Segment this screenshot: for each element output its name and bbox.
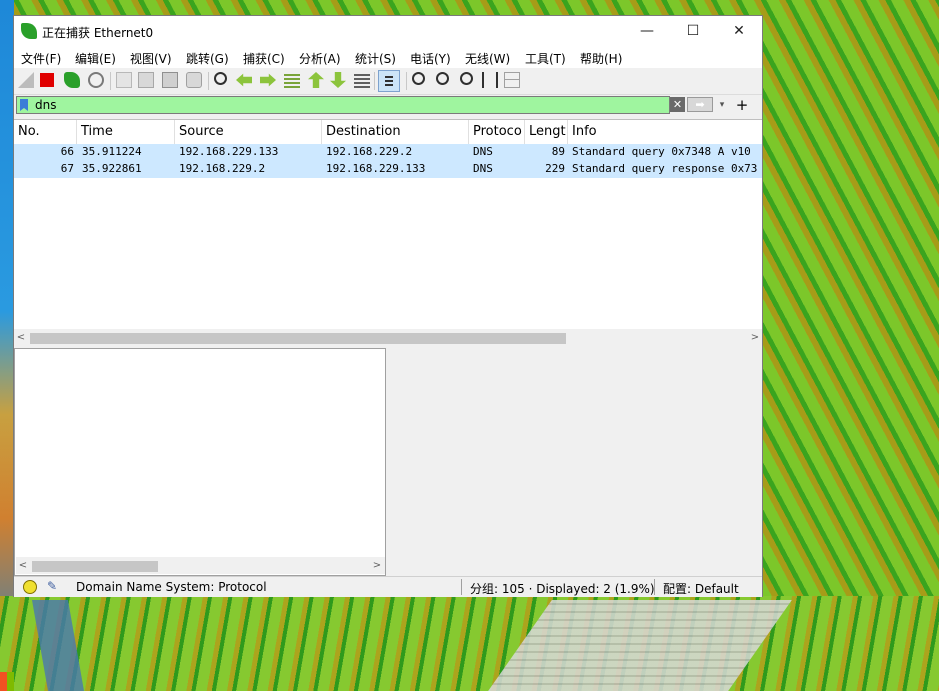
start-capture-icon[interactable] — [18, 72, 34, 88]
main-toolbar — [14, 68, 762, 95]
cell-time: 35.922861 — [82, 162, 142, 175]
stop-capture-icon[interactable] — [40, 73, 54, 87]
edit-comment-icon[interactable]: ✎ — [47, 579, 61, 593]
cell-length: 229 — [545, 162, 565, 175]
capture-options-icon[interactable] — [88, 72, 104, 88]
column-header-source[interactable]: Source — [175, 120, 322, 144]
scroll-right-button[interactable]: > — [370, 558, 384, 573]
autoscroll-icon[interactable] — [354, 72, 370, 88]
menu-statistics[interactable]: 统计(S) — [355, 50, 396, 67]
table-row[interactable]: 67 35.922861 192.168.229.2 192.168.229.1… — [14, 161, 762, 178]
resize-columns-icon[interactable] — [482, 72, 498, 88]
table-row[interactable]: 66 35.911224 192.168.229.133 192.168.229… — [14, 144, 762, 161]
column-header-protocol[interactable]: Protoco — [469, 120, 525, 144]
menu-analyze[interactable]: 分析(A) — [299, 50, 341, 67]
go-back-icon[interactable] — [236, 73, 252, 87]
packet-bytes-pane[interactable] — [388, 348, 762, 576]
column-header-destination[interactable]: Destination — [322, 120, 469, 144]
status-bar: ✎ Domain Name System: Protocol 分组: 105 ·… — [14, 576, 762, 597]
menu-wireless[interactable]: 无线(W) — [465, 50, 510, 67]
column-header-time[interactable]: Time — [77, 120, 175, 144]
go-forward-icon[interactable] — [260, 73, 276, 87]
close-file-icon[interactable] — [162, 72, 178, 88]
packet-count-text: 分组: 105 · Displayed: 2 (1.9%) — [470, 582, 655, 596]
cell-source: 192.168.229.133 — [179, 145, 279, 158]
cell-source: 192.168.229.2 — [179, 162, 266, 175]
cell-protocol: DNS — [473, 162, 493, 175]
column-header-no[interactable]: No. — [14, 120, 77, 144]
details-hscrollbar[interactable]: < > — [16, 557, 385, 574]
menu-file[interactable]: 文件(F) — [21, 50, 61, 67]
packet-details-pane[interactable]: < > — [14, 348, 386, 576]
minimize-button[interactable]: — — [624, 16, 670, 46]
open-file-icon[interactable] — [116, 72, 132, 88]
cell-destination: 192.168.229.2 — [326, 145, 413, 158]
desktop-background-bottom — [0, 596, 939, 691]
desktop-background-left — [0, 0, 14, 691]
display-filter-bar: ✕ ➡ ▾ + — [14, 95, 762, 117]
normal-size-icon[interactable] — [460, 72, 473, 85]
toolbar-separator — [110, 72, 111, 90]
layout-icon[interactable] — [504, 72, 520, 88]
zoom-out-icon[interactable] — [436, 72, 449, 85]
last-packet-icon[interactable] — [330, 72, 346, 88]
restart-capture-icon[interactable] — [64, 72, 80, 88]
go-to-packet-icon[interactable] — [284, 72, 300, 88]
display-filter-input[interactable] — [16, 96, 670, 114]
toolbar-separator — [374, 72, 375, 90]
cell-info: Standard query response 0x73 — [572, 162, 758, 175]
column-header-length[interactable]: Lengt — [525, 120, 568, 144]
scroll-left-button[interactable]: < — [16, 558, 30, 573]
start-button-icon[interactable] — [0, 672, 14, 691]
packet-list-pane: No. Time Source Destination Protoco Leng… — [14, 119, 762, 346]
menu-help[interactable]: 帮助(H) — [580, 50, 622, 67]
scroll-left-button[interactable]: < — [14, 330, 28, 345]
cell-no: 67 — [60, 162, 74, 175]
status-separator — [654, 579, 655, 595]
close-button[interactable]: ✕ — [716, 16, 762, 46]
reload-file-icon[interactable] — [186, 72, 202, 88]
cell-time: 35.911224 — [82, 145, 142, 158]
maximize-button[interactable]: ☐ — [670, 16, 716, 46]
recent-filters-dropdown[interactable]: ▾ — [714, 97, 730, 113]
packet-list-hscrollbar[interactable]: < > — [14, 329, 762, 346]
menu-tools[interactable]: 工具(T) — [525, 50, 566, 67]
cell-protocol: DNS — [473, 145, 493, 158]
window-title: 正在捕获 Ethernet0 — [42, 26, 154, 40]
zoom-in-icon[interactable] — [412, 72, 425, 85]
scroll-thumb[interactable] — [30, 333, 566, 344]
menu-capture[interactable]: 捕获(C) — [243, 50, 285, 67]
scroll-thumb[interactable] — [32, 561, 158, 572]
toolbar-separator — [406, 72, 407, 90]
add-filter-button[interactable]: + — [734, 95, 750, 115]
menu-edit[interactable]: 编辑(E) — [75, 50, 116, 67]
menu-go[interactable]: 跳转(G) — [186, 50, 229, 67]
scroll-right-button[interactable]: > — [748, 330, 762, 345]
wireshark-window: 正在捕获 Ethernet0 — ☐ ✕ 文件(F) 编辑(E) 视图(V) 跳… — [13, 15, 763, 597]
menu-bar: 文件(F) 编辑(E) 视图(V) 跳转(G) 捕获(C) 分析(A) 统计(S… — [14, 46, 762, 68]
cell-info: Standard query 0x7348 A v10 — [572, 145, 751, 158]
cell-destination: 192.168.229.133 — [326, 162, 426, 175]
column-header-info[interactable]: Info — [568, 120, 762, 144]
menu-view[interactable]: 视图(V) — [130, 50, 172, 67]
title-bar: 正在捕获 Ethernet0 — ☐ ✕ — [14, 16, 762, 46]
cell-no: 66 — [60, 145, 74, 158]
find-packet-icon[interactable] — [214, 72, 227, 85]
cell-length: 89 — [551, 145, 565, 158]
apply-filter-button[interactable]: ➡ — [687, 97, 713, 112]
expert-info-icon[interactable] — [23, 580, 37, 594]
menu-telephony[interactable]: 电话(Y) — [410, 50, 451, 67]
colorize-lines-icon — [385, 76, 393, 86]
profile-text[interactable]: 配置: Default — [663, 580, 739, 597]
save-file-icon[interactable] — [138, 72, 154, 88]
field-info-text: Domain Name System: Protocol — [76, 580, 267, 594]
first-packet-icon[interactable] — [308, 72, 324, 88]
wireshark-fin-icon — [21, 23, 37, 39]
clear-filter-button[interactable]: ✕ — [670, 97, 685, 112]
status-separator — [461, 579, 462, 595]
toolbar-separator — [208, 72, 209, 90]
